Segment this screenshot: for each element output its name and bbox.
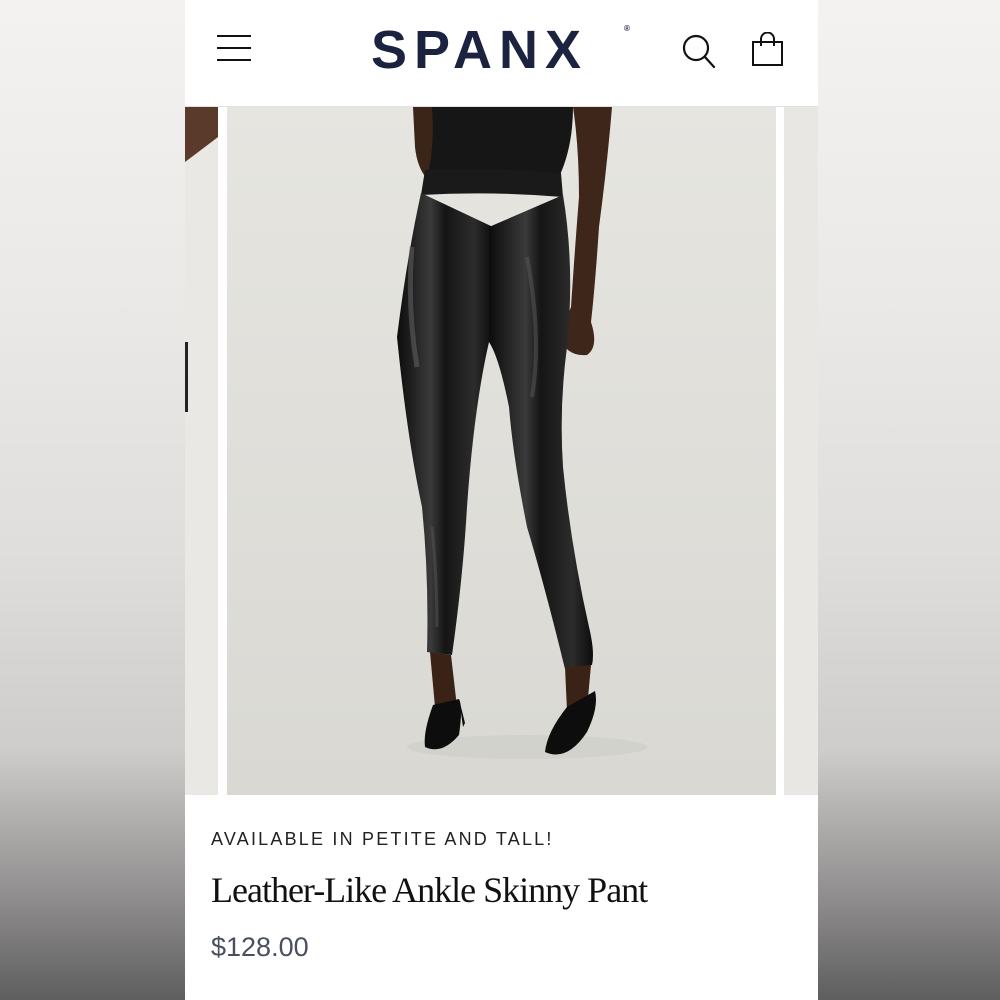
product-main-image[interactable] <box>227 107 776 795</box>
product-page: SPANX ® AVAILABLE IN PETITE AND TALL! Le… <box>185 0 818 1000</box>
promo-label: AVAILABLE IN PETITE AND TALL! <box>211 829 554 849</box>
product-info: AVAILABLE IN PETITE AND TALL! Leather-Li… <box>185 795 818 1000</box>
shopping-bag-icon[interactable] <box>751 31 785 68</box>
logo-text: SPANX <box>371 20 589 80</box>
hamburger-menu-icon[interactable] <box>217 35 251 63</box>
brand-logo[interactable]: SPANX ® <box>371 18 641 82</box>
blurred-backdrop-left <box>0 0 185 1000</box>
previous-product-image[interactable] <box>185 107 218 795</box>
product-image-carousel[interactable] <box>185 107 818 795</box>
registered-mark: ® <box>624 24 630 33</box>
site-header: SPANX ® <box>185 0 818 107</box>
search-icon[interactable] <box>681 33 717 71</box>
product-price: $128.00 <box>211 932 309 962</box>
blurred-backdrop-right <box>818 0 1000 1000</box>
product-title[interactable]: Leather-Like Ankle Skinny Pant <box>211 869 648 911</box>
next-product-image[interactable] <box>784 107 818 795</box>
